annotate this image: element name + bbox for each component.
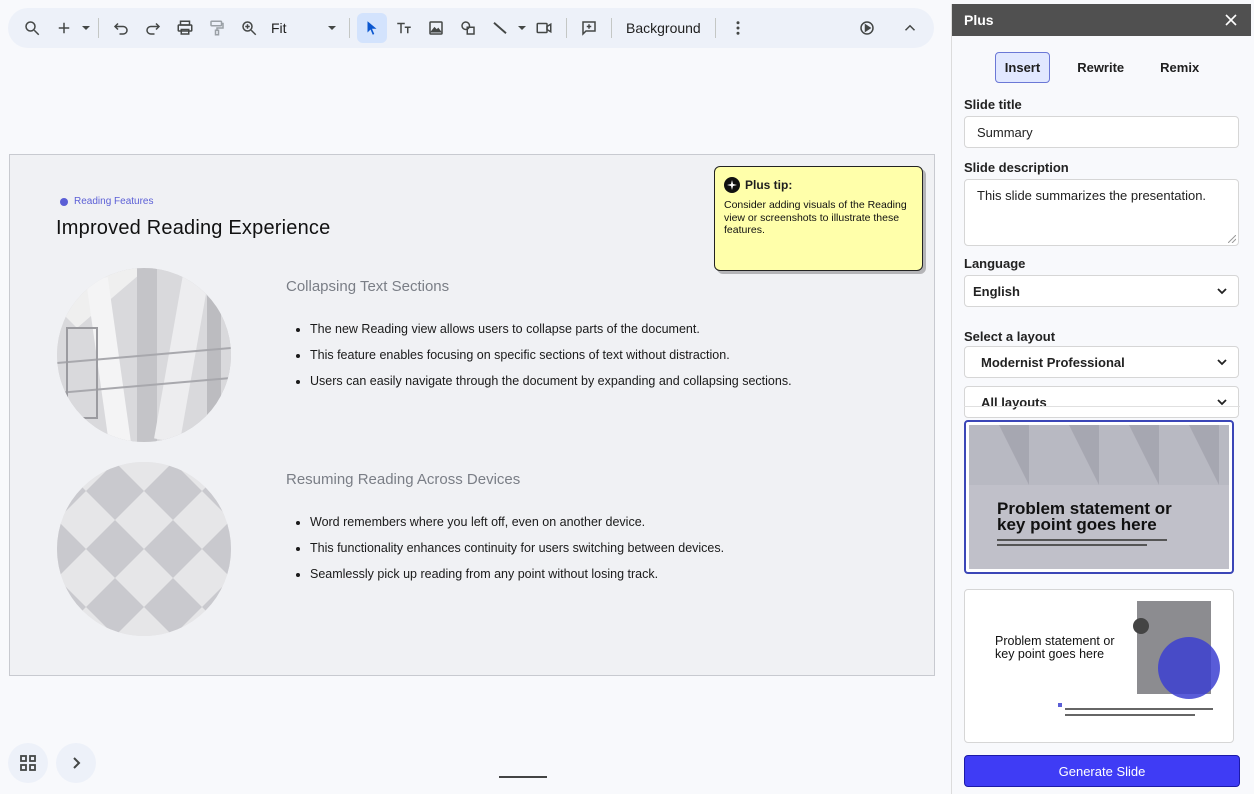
bullet-item: Users can easily navigate through the do… [310, 374, 792, 388]
thumbnail-2-circle [1158, 637, 1220, 699]
undo-icon[interactable] [106, 13, 136, 43]
chevron-down-icon [328, 26, 336, 30]
layout-thumbnail-2[interactable]: Problem statement or key point goes here [964, 589, 1234, 743]
thumbnail-1-title: Problem statement or key point goes here [997, 499, 1172, 534]
expand-filmstrip-button[interactable] [56, 743, 96, 783]
thumbnail-2-dot [1133, 618, 1149, 634]
section-heading-collapsing[interactable]: Collapsing Text Sections [286, 278, 449, 295]
section-heading-resuming[interactable]: Resuming Reading Across Devices [286, 471, 520, 488]
toolbar-divider [611, 18, 612, 38]
zoom-select[interactable]: Fit [265, 13, 343, 43]
toolbar: Fit Background [8, 8, 934, 48]
layout-thumbnail-1[interactable]: Problem statement or key point goes here [964, 420, 1234, 574]
line-icon[interactable] [485, 13, 515, 43]
tab-rewrite[interactable]: Rewrite [1068, 52, 1133, 83]
bullet-item: This functionality enhances continuity f… [310, 541, 724, 555]
toolbar-divider [349, 18, 350, 38]
slide-title[interactable]: Improved Reading Experience [56, 217, 330, 240]
thumbnail-2-title: Problem statement or key point goes here [995, 634, 1115, 661]
thumbnail-2-text-line [1065, 708, 1213, 710]
zoom-value: Fit [271, 20, 287, 36]
bullet-item: This feature enables focusing on specifi… [310, 348, 792, 362]
paint-format-icon[interactable] [202, 13, 232, 43]
slide-description-label: Slide description [964, 160, 1069, 175]
architecture-image[interactable] [57, 268, 231, 442]
slide-description-textarea[interactable]: This slide summarizes the presentation. [964, 179, 1239, 246]
language-value: English [973, 283, 1020, 299]
bullet-list-collapsing[interactable]: The new Reading view allows users to col… [310, 322, 792, 400]
thumbnail-2-text-line [1065, 714, 1195, 716]
toolbar-divider [714, 18, 716, 38]
shape-icon[interactable] [453, 13, 483, 43]
eyebrow-text: Reading Features [74, 196, 154, 207]
chevron-down-icon [1217, 359, 1227, 366]
resize-handle[interactable] [499, 776, 547, 778]
layout-label: Select a layout [964, 329, 1056, 344]
layout-value: Modernist Professional [981, 354, 1125, 370]
chevron-down-icon [1217, 288, 1227, 295]
panel-tabs: Insert Rewrite Remix [952, 52, 1251, 83]
text-box-icon[interactable] [389, 13, 419, 43]
language-select[interactable]: English [964, 275, 1239, 307]
resize-grip-icon[interactable] [1228, 235, 1236, 243]
toolbar-divider [566, 18, 567, 38]
chevron-right-icon [73, 757, 81, 769]
thumbnail-1-text-line [997, 544, 1147, 546]
plus-side-panel: Plus Insert Rewrite Remix Slide title Su… [951, 4, 1251, 794]
more-icon[interactable] [723, 13, 753, 43]
bullet-list-resuming[interactable]: Word remembers where you left off, even … [310, 515, 724, 593]
slide-description-value: This slide summarizes the presentation. [977, 188, 1207, 203]
bullet-item: Seamlessly pick up reading from any poin… [310, 567, 724, 581]
pattern-image[interactable] [57, 462, 231, 636]
image-icon[interactable] [421, 13, 451, 43]
line-dropdown-caret-icon[interactable] [516, 13, 528, 43]
video-icon[interactable] [529, 13, 559, 43]
bullet-item: Word remembers where you left off, even … [310, 515, 724, 529]
slide-eyebrow[interactable]: Reading Features [60, 196, 154, 207]
add-dropdown-caret-icon[interactable] [80, 13, 92, 43]
thumbnail-1-text-line [997, 539, 1167, 541]
panel-header: Plus [952, 4, 1251, 36]
redo-icon[interactable] [138, 13, 168, 43]
grid-icon [20, 755, 36, 771]
generate-slide-button[interactable]: Generate Slide [964, 755, 1240, 787]
layout-thumbnail-list: Problem statement or key point goes here… [964, 406, 1240, 748]
close-icon[interactable] [1223, 12, 1239, 28]
select-icon[interactable] [357, 13, 387, 43]
tip-title: Plus tip: [745, 178, 793, 192]
comment-icon[interactable] [574, 13, 604, 43]
panel-title: Plus [964, 12, 994, 28]
toolbar-divider [98, 18, 99, 38]
tip-body: Consider adding visuals of the Reading v… [724, 199, 907, 236]
layout-select[interactable]: Modernist Professional [964, 346, 1239, 378]
thumbnail-1-preview: Problem statement or key point goes here [969, 425, 1229, 569]
search-icon[interactable] [17, 13, 47, 43]
present-icon[interactable] [852, 13, 882, 43]
thumbnail-2-bullet [1058, 703, 1062, 707]
tab-remix[interactable]: Remix [1151, 52, 1208, 83]
sparkle-icon [724, 177, 740, 193]
collapse-icon[interactable] [895, 13, 925, 43]
slide-title-input[interactable]: Summary [964, 116, 1239, 148]
bullet-item: The new Reading view allows users to col… [310, 322, 792, 336]
add-icon[interactable] [49, 13, 79, 43]
tab-insert[interactable]: Insert [994, 52, 1051, 83]
zoom-icon[interactable] [234, 13, 264, 43]
plus-tip-note[interactable]: Plus tip: Consider adding visuals of the… [714, 166, 923, 271]
language-label: Language [964, 256, 1026, 271]
print-icon[interactable] [170, 13, 200, 43]
eyebrow-dot [60, 197, 68, 206]
slide-title-label: Slide title [964, 97, 1022, 112]
background-button[interactable]: Background [618, 13, 709, 43]
tip-header: Plus tip: [724, 177, 913, 193]
grid-view-button[interactable] [8, 743, 48, 783]
